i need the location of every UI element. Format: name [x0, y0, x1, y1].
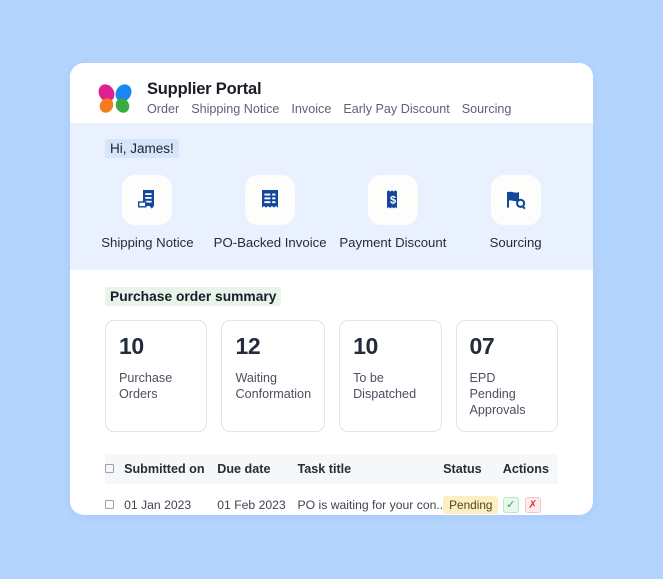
stat-card-waiting-conformation[interactable]: 12 Waiting Conformation	[221, 320, 326, 433]
cross-icon[interactable]: ✗	[524, 497, 541, 514]
stat-value: 10	[353, 333, 378, 359]
stat-card-to-be-dispatched[interactable]: 10 To be Dispatched	[339, 320, 442, 433]
table-head: Submitted on Due date Task title Status …	[105, 454, 558, 485]
stat-value: 07	[469, 333, 495, 359]
cell-status: Pending	[443, 484, 503, 515]
stat-label: Purchase Orders	[119, 371, 173, 402]
row-checkbox[interactable]	[105, 500, 114, 510]
tile-icon-box	[490, 175, 541, 225]
tile-shipping-notice[interactable]: Shipping Notice	[86, 175, 209, 250]
tile-icon-box	[245, 175, 296, 225]
greeting-text: Hi, James!	[105, 139, 179, 158]
app-title: Supplier Portal	[147, 80, 262, 98]
summary-heading: Purchase order summary	[105, 287, 282, 306]
main-nav: Order Shipping Notice Invoice Early Pay …	[147, 102, 511, 116]
stat-card-purchase-orders[interactable]: 10 Purchase Orders	[105, 320, 208, 433]
app-card: Supplier Portal Order Shipping Notice In…	[70, 63, 593, 515]
svg-text:$: $	[390, 194, 396, 206]
brand-block: Supplier Portal Order Shipping Notice In…	[147, 80, 511, 116]
quick-actions-section: Hi, James! Shipping Notice PO-Backed Inv…	[70, 123, 593, 270]
cell-submitted-on: 01 Jan 2023	[124, 498, 192, 513]
stat-cards-row: 10 Purchase Orders 12 Waiting Conformati…	[70, 306, 593, 433]
shipping-notice-icon	[138, 190, 155, 209]
header-select	[105, 454, 124, 484]
stat-value: 10	[119, 333, 144, 359]
tile-po-backed-invoice[interactable]: PO-Backed Invoice	[209, 175, 332, 250]
nav-item-order[interactable]: Order	[147, 102, 179, 116]
tile-sourcing[interactable]: Sourcing	[454, 175, 577, 250]
invoice-receipt-icon	[262, 190, 279, 208]
stat-label: EPD Pending Approvals	[469, 371, 526, 418]
tile-label: Payment Discount	[339, 235, 447, 250]
cell-actions: ✓ ✗	[502, 484, 558, 515]
dollar-receipt-icon: $	[386, 190, 397, 209]
nav-item-sourcing[interactable]: Sourcing	[462, 102, 512, 116]
tile-icon-box: $	[367, 175, 418, 225]
table-header-row: Submitted on Due date Task title Status …	[105, 454, 558, 485]
tasks-table: Submitted on Due date Task title Status …	[105, 454, 558, 515]
status-badge: Pending	[443, 496, 499, 515]
tile-label: Sourcing	[489, 235, 542, 250]
tile-icon-box	[122, 175, 173, 225]
app-header: Supplier Portal Order Shipping Notice In…	[70, 63, 593, 123]
butterfly-logo-icon	[95, 81, 135, 116]
page-background: Supplier Portal Order Shipping Notice In…	[0, 0, 663, 579]
nav-item-early-pay-discount[interactable]: Early Pay Discount	[343, 102, 449, 116]
stat-card-epd-pending-approvals[interactable]: 07 EPD Pending Approvals	[455, 320, 558, 433]
row-select-cell	[105, 484, 124, 515]
header-task-title[interactable]: Task title	[298, 454, 444, 484]
cell-task-title: PO is waiting for your con..	[297, 498, 444, 513]
table-row[interactable]: 01 Jan 2023 01 Feb 2023 PO is waiting fo…	[105, 484, 558, 515]
select-all-checkbox[interactable]	[105, 464, 114, 474]
header-actions: Actions	[502, 462, 549, 477]
check-icon[interactable]: ✓	[502, 497, 519, 514]
cell-due-date: 01 Feb 2023	[217, 498, 286, 513]
tile-payment-discount[interactable]: $ Payment Discount	[332, 175, 455, 250]
summary-section: Purchase order summary 10 Purchase Order…	[70, 270, 593, 515]
stat-label: Waiting Conformation	[235, 371, 312, 402]
tile-label: Shipping Notice	[101, 235, 194, 250]
header-status[interactable]: Status	[443, 454, 503, 484]
summary-title-wrap: Purchase order summary	[70, 287, 593, 306]
stat-value: 12	[235, 333, 261, 359]
flag-search-icon	[506, 191, 526, 210]
greeting-wrap: Hi, James!	[70, 139, 593, 158]
header-due-date[interactable]: Due date	[217, 454, 297, 484]
table-body: 01 Jan 2023 01 Feb 2023 PO is waiting fo…	[105, 484, 558, 515]
nav-item-invoice[interactable]: Invoice	[291, 102, 331, 116]
quick-action-tiles: Shipping Notice PO-Backed Invoice $ Paym…	[70, 175, 593, 250]
stat-label: To be Dispatched	[353, 371, 417, 402]
row-action-group: ✓ ✗	[502, 497, 558, 514]
nav-item-shipping-notice[interactable]: Shipping Notice	[191, 102, 279, 116]
tasks-table-wrap: Submitted on Due date Task title Status …	[70, 432, 593, 515]
header-submitted-on[interactable]: Submitted on	[124, 454, 217, 484]
tile-label: PO-Backed Invoice	[213, 235, 327, 250]
